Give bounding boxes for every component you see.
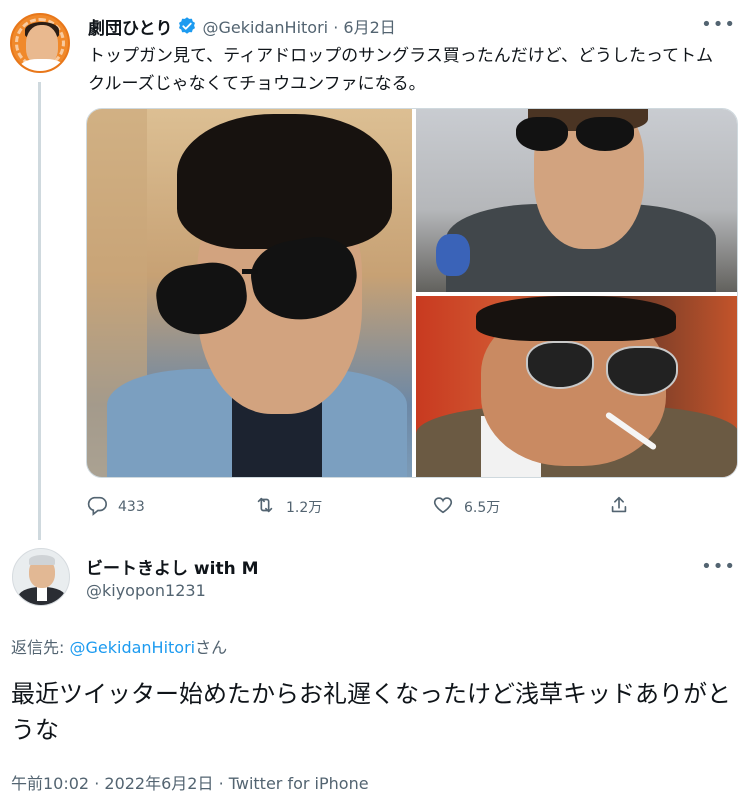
reply-author-display-name[interactable]: ビートきよし with M xyxy=(86,554,259,579)
retweet-icon xyxy=(254,494,276,520)
meta-separator: · xyxy=(328,18,344,37)
reply-author-handle[interactable]: @kiyopon1231 xyxy=(86,581,206,600)
photo-lens-right xyxy=(576,117,634,151)
tweet-date[interactable]: 6月2日 xyxy=(343,18,395,37)
replying-to-mention[interactable]: @GekidanHitori xyxy=(69,638,195,657)
replying-to-suffix: さん xyxy=(195,638,228,657)
retweet-count: 1.2万 xyxy=(286,500,323,516)
photo-lens-right xyxy=(606,346,678,396)
replying-to-line: 返信先: @GekidanHitoriさん xyxy=(11,634,227,658)
author-display-name[interactable]: 劇団ひとり xyxy=(88,14,173,39)
photo-bridge xyxy=(242,269,258,274)
like-count: 6.5万 xyxy=(464,500,501,516)
more-horizontal-icon[interactable]: ••• xyxy=(701,556,736,577)
avatar-shirt xyxy=(20,59,64,71)
photo-bottom-right[interactable] xyxy=(416,296,737,477)
more-horizontal-icon[interactable]: ••• xyxy=(701,14,736,35)
tweet-header: 劇団ひとり @GekidanHitori · 6月2日 xyxy=(88,13,396,39)
meta-dot-2: · xyxy=(213,774,229,793)
tweet-source: Twitter for iPhone xyxy=(228,774,369,793)
avatar-collar xyxy=(37,587,47,601)
tweet-full-date[interactable]: 2022年6月2日 xyxy=(104,774,213,793)
photo-left[interactable] xyxy=(87,109,412,477)
author-avatar[interactable] xyxy=(10,13,70,73)
tweet-text: トップガン見て、ティアドロップのサングラス買ったんだけど、どうしたってトムクルー… xyxy=(88,46,714,94)
photo-top-right[interactable] xyxy=(416,109,737,292)
heart-icon xyxy=(432,494,454,520)
reply-tweet-text: 最近ツイッター始めたからお礼遅くなったけど浅草キッドありがとうな xyxy=(11,680,731,744)
like-button[interactable]: 6.5万 xyxy=(432,490,500,524)
reply-count: 433 xyxy=(118,499,145,515)
author-handle[interactable]: @GekidanHitori xyxy=(203,18,329,37)
verified-badge-icon xyxy=(177,16,197,36)
media-grid xyxy=(86,108,738,478)
thread-line xyxy=(38,82,41,540)
tweet-action-bar: 433 1.2万 6.5万 xyxy=(86,490,646,524)
photo-lens-left xyxy=(526,341,594,389)
photo-hair xyxy=(177,114,392,249)
reply-author-avatar[interactable] xyxy=(12,548,70,606)
share-icon xyxy=(608,494,630,520)
original-tweet: 劇団ひとり @GekidanHitori · 6月2日 ••• トップガン見て、… xyxy=(0,0,756,540)
tweet-metadata: 午前10:02 · 2022年6月2日 · Twitter for iPhone xyxy=(11,770,369,794)
photo-patch xyxy=(436,234,470,276)
share-button[interactable] xyxy=(608,490,630,524)
reply-icon xyxy=(86,494,108,520)
replying-to-prefix: 返信先: xyxy=(11,638,70,657)
reply-button[interactable]: 433 xyxy=(86,490,145,524)
photo-hair xyxy=(476,296,676,341)
photo-lens-left xyxy=(516,117,568,151)
retweet-button[interactable]: 1.2万 xyxy=(254,490,322,524)
meta-dot: · xyxy=(89,774,105,793)
avatar-hair xyxy=(29,555,55,565)
tweet-time[interactable]: 午前10:02 xyxy=(11,774,89,793)
